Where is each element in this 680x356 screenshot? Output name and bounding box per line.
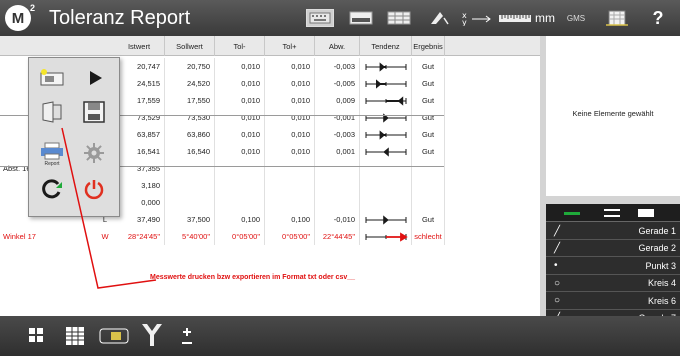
element-name: Gerade 1 — [638, 226, 676, 236]
plus-minus-icon[interactable] — [176, 325, 198, 349]
element-list: ╱ Gerade 1 ╱ Gerade 2 • Punkt 3 ○ Kreis 4 ○ Kreis… — [546, 204, 680, 327]
line-icon: ╱ — [554, 225, 561, 237]
point-icon: • — [554, 260, 558, 272]
element-list-item[interactable]: ╱ Gerade 1 — [546, 223, 680, 240]
columns-icon[interactable] — [26, 325, 46, 345]
element-list-item[interactable]: ╱ Gerade 2 — [546, 240, 680, 258]
value-field-icon[interactable] — [98, 325, 130, 347]
circle-icon: ○ — [554, 295, 561, 307]
line-icon: ╱ — [554, 242, 561, 254]
element-list-item[interactable]: ○ Kreis 6 — [546, 293, 680, 310]
table-view-icon[interactable] — [64, 325, 86, 347]
element-name: Gerade 2 — [638, 243, 676, 254]
element-details-panel: Keine Elemente gewählt — [546, 36, 680, 196]
annotation-text: Messwerte drucken bzw exportieren im For… — [150, 274, 356, 281]
circle-icon: ○ — [554, 277, 561, 289]
panel-gap — [546, 196, 680, 204]
no-elements-text: Keine Elemente gewählt — [572, 109, 654, 118]
tab-green[interactable] — [564, 212, 580, 215]
tab-white-double[interactable] — [604, 209, 620, 217]
element-name: Kreis 6 — [647, 295, 676, 306]
element-tabs — [546, 204, 680, 222]
element-name: Punkt 3 — [645, 260, 676, 271]
bottom-toolbar — [0, 316, 680, 356]
element-list-item[interactable]: • Punkt 3 — [546, 258, 680, 275]
element-list-item[interactable]: ○ Kreis 4 — [546, 275, 680, 293]
element-name: Kreis 4 — [647, 278, 676, 289]
filter-y-icon[interactable] — [140, 323, 164, 347]
tab-white-block[interactable] — [638, 209, 654, 217]
